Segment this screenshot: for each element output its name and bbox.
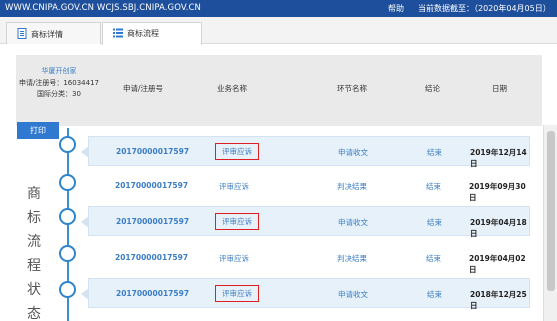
label-char: 标 [27,210,41,226]
row-step: 申请收文 [338,218,368,227]
row-regno: 20170000017597 [115,181,189,190]
help-link[interactable]: 帮助 [388,3,404,14]
row-regno: 20170000017597 [116,217,190,226]
row-conclusion: 结束 [427,148,442,157]
process-status-label: 商 标 流 程 状 态 [25,182,43,321]
row-conclusion: 结束 [426,254,441,263]
header-conclusion: 结论 [425,84,440,93]
document-icon [17,28,27,41]
label-char: 状 [27,282,41,298]
vertical-scrollbar[interactable] [543,125,557,321]
row-regno: 20170000017597 [115,253,189,262]
applicant-name: 华厦开创家 [41,67,77,75]
table-row[interactable]: 20170000017597 评审应诉 申请收文 结束 2019年04月18日 [81,206,530,238]
tab-trademark-details[interactable]: 商标详情 [6,22,101,44]
top-bar: WWW.CNIPA.GOV.CN WCJS.SBJ.CNIPA.GOV.CN 帮… [0,0,557,17]
process-panel: 华厦开创家 申请/注册号：16034417 国际分类：30 申请/注册号 业务名… [0,45,557,321]
trademark-info: 华厦开创家 申请/注册号：16034417 国际分类：30 [16,55,102,126]
timeline-node [59,174,76,191]
table-row[interactable]: 20170000017597 评审应诉 申请收文 结束 2019年12月14日 [81,136,530,168]
tab-bar: 商标详情 商标流程 [0,17,557,45]
international-class: 国际分类：30 [37,90,81,98]
row-biz: 评审应诉 [215,213,259,230]
print-button[interactable]: 打印 [17,122,59,139]
timeline-node [59,281,76,298]
row-biz: 评审应诉 [219,182,249,191]
row-conclusion: 结束 [427,218,442,227]
label-char: 程 [27,258,41,274]
row-date: 2019年09月30日 [469,182,526,202]
row-regno: 20170000017597 [116,289,190,298]
timeline-node [59,245,76,262]
row-conclusion: 结束 [426,182,441,191]
table-row[interactable]: 20170000017597 评审应诉 判决结果 结束 2019年09月30日 [88,171,530,202]
row-step: 申请收文 [338,290,368,299]
row-date: 2019年04月02日 [469,254,526,274]
header-regno: 申请/注册号 [123,84,164,93]
header-step: 环节名称 [337,84,367,93]
data-as-of: 当前数据截至：（2020年04月05日） [418,4,551,13]
row-biz: 评审应诉 [215,285,259,302]
row-date: 2019年12月14日 [470,148,527,168]
label-char: 流 [27,234,41,250]
row-biz: 评审应诉 [219,254,249,263]
table-row[interactable]: 20170000017597 评审应诉 判决结果 结束 2019年04月02日 [88,243,530,274]
scrollbar-thumb[interactable] [547,131,555,291]
row-conclusion: 结束 [427,290,442,299]
row-date: 2019年04月18日 [470,218,527,238]
row-date: 2018年12月25日 [470,290,527,310]
table-header: 申请/注册号 业务名称 环节名称 结论 日期 [102,55,542,126]
row-biz: 评审应诉 [215,143,259,160]
table-row[interactable]: 20170000017597 评审应诉 申请收文 结束 2018年12月25日 [81,278,530,310]
tab-label: 商标流程 [127,29,159,38]
timeline-node [59,208,76,225]
label-char: 态 [27,306,41,321]
row-regno: 20170000017597 [116,147,190,156]
row-step: 申请收文 [338,148,368,157]
header-date: 日期 [492,84,507,93]
label-char: 商 [27,186,41,202]
row-step: 判决结果 [337,182,367,191]
site-url: WWW.CNIPA.GOV.CN WCJS.SBJ.CNIPA.GOV.CN [5,3,202,13]
row-step: 判决结果 [337,254,367,263]
tab-trademark-process[interactable]: 商标流程 [102,22,202,45]
list-icon [113,28,123,40]
timeline-node [59,136,76,153]
header-biz: 业务名称 [217,84,247,93]
registration-number: 申请/注册号：16034417 [19,78,99,87]
tab-label: 商标详情 [31,30,63,39]
